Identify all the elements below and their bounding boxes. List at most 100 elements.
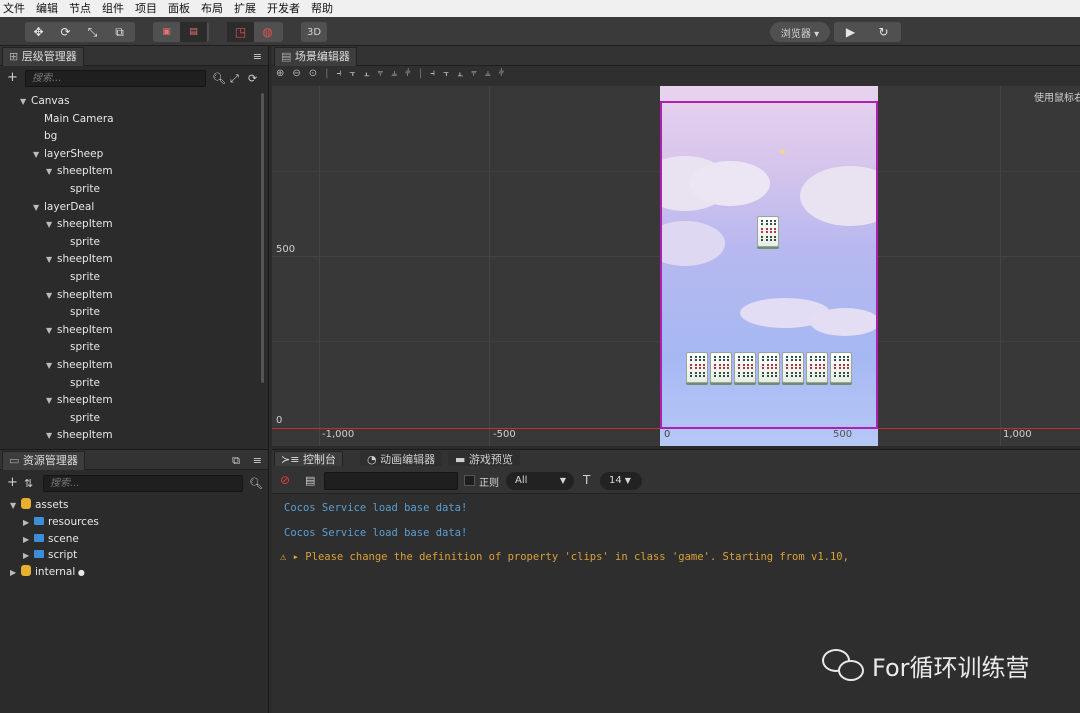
asset-item[interactable]: ▶ internal ● xyxy=(0,564,264,581)
expand-arrow-icon[interactable]: ▼ xyxy=(46,287,57,305)
level-select[interactable]: All ▼ xyxy=(506,472,574,490)
expand-arrow-icon[interactable]: ▼ xyxy=(46,357,57,375)
hierarchy-node[interactable]: ▼ sheepItem xyxy=(0,392,264,410)
rect-view-icon[interactable]: ◳ xyxy=(227,22,254,42)
log-info[interactable]: Cocos Service load base data! xyxy=(284,502,467,514)
scene-viewport[interactable]: 500 0 -1,000 -500 1,000 使用鼠标右 0 500 xyxy=(272,86,1080,446)
expand-arrow-icon[interactable]: ▼ xyxy=(20,93,31,111)
zoom-in-icon[interactable]: ⊕ xyxy=(276,68,292,79)
collapse-arrow-icon[interactable]: ▶ xyxy=(23,515,34,532)
collapse-arrow-icon[interactable]: ▶ xyxy=(23,532,34,549)
asset-item[interactable]: ▼ assets xyxy=(0,497,264,514)
align-middle-icon[interactable]: ⫨ xyxy=(391,68,405,79)
tab-scene-editor[interactable]: ▤ 场景编辑器 xyxy=(274,47,357,66)
hierarchy-node[interactable]: ▼ sheepItem xyxy=(0,251,264,269)
sort-icon[interactable]: ⇅ xyxy=(24,477,33,490)
distribute-top-icon[interactable]: ⫧ xyxy=(471,68,485,79)
hierarchy-node[interactable]: ▼ sheepItem xyxy=(0,287,264,305)
hierarchy-node[interactable]: ▼ sheepItem xyxy=(0,357,264,375)
popout-icon[interactable]: ⧉ xyxy=(232,454,240,467)
distribute-right-icon[interactable]: ⫠ xyxy=(457,68,471,79)
distribute-middle-icon[interactable]: ⫨ xyxy=(485,68,499,79)
console-filter-input[interactable] xyxy=(324,472,458,490)
scale-tool-icon[interactable]: ⤡ xyxy=(79,22,106,42)
search-icon[interactable]: 🔍︎ xyxy=(249,477,263,490)
tab-hierarchy[interactable]: ⊞ 层级管理器 xyxy=(2,47,84,66)
menu-item[interactable]: 扩展 xyxy=(234,0,256,17)
collapse-arrow-icon[interactable]: ▶ xyxy=(23,548,34,565)
asset-item[interactable]: ▶ resources xyxy=(0,514,264,531)
hierarchy-node[interactable]: sprite xyxy=(0,410,264,428)
asset-item[interactable]: ▶ script xyxy=(0,547,264,564)
hierarchy-search-input[interactable]: 搜索... xyxy=(25,70,206,87)
expand-arrow-icon[interactable]: ▼ xyxy=(46,427,57,445)
browser-select[interactable]: 浏览器 ▾ xyxy=(770,22,830,42)
clear-icon[interactable]: ⊘ xyxy=(280,474,290,487)
hierarchy-node[interactable]: ▼ layerSheep xyxy=(0,146,264,164)
hierarchy-node[interactable]: sprite xyxy=(0,269,264,287)
mode-3d-button[interactable]: 3D xyxy=(301,22,327,42)
log-info[interactable]: Cocos Service load base data! xyxy=(284,527,467,539)
menu-item[interactable]: 布局 xyxy=(201,0,223,17)
align-top-icon[interactable]: ⫧ xyxy=(378,68,392,79)
tab-assets[interactable]: ▭ 资源管理器 xyxy=(2,451,85,470)
add-asset-icon[interactable]: + xyxy=(7,476,18,489)
globe-icon[interactable]: ◍ xyxy=(254,22,281,42)
hierarchy-node[interactable]: bg xyxy=(0,128,264,146)
expand-arrow-icon[interactable]: ▼ xyxy=(46,322,57,340)
move-tool-icon[interactable]: ✥ xyxy=(25,22,52,42)
align-right-icon[interactable]: ⫠ xyxy=(364,68,378,79)
hierarchy-node[interactable]: sprite xyxy=(0,375,264,393)
menu-item[interactable]: 编辑 xyxy=(36,0,58,17)
hierarchy-node[interactable]: ▼ sheepItem xyxy=(0,322,264,340)
zoom-out-icon[interactable]: ⊖ xyxy=(292,68,308,79)
align-left-icon[interactable]: ⫞ xyxy=(337,68,350,79)
hierarchy-node[interactable]: sprite xyxy=(0,181,264,199)
menu-item[interactable]: 项目 xyxy=(135,0,157,17)
font-size-select[interactable]: 14 ▼ xyxy=(600,472,642,490)
hierarchy-node[interactable]: sprite xyxy=(0,234,264,252)
collapse-arrow-icon[interactable]: ▶ xyxy=(10,565,21,582)
local-icon[interactable]: ▤ xyxy=(180,22,207,42)
expand-arrow-icon[interactable]: ▼ xyxy=(46,163,57,181)
hierarchy-node[interactable]: sprite xyxy=(0,304,264,322)
menu-item[interactable]: 文件 xyxy=(3,0,25,17)
menu-item[interactable]: 组件 xyxy=(102,0,124,17)
hierarchy-node[interactable]: ▼ layerDeal xyxy=(0,199,264,217)
hierarchy-node[interactable]: ▼ Canvas xyxy=(0,93,264,111)
expand-arrow-icon[interactable]: ▼ xyxy=(46,251,57,269)
add-node-icon[interactable]: + xyxy=(7,71,18,84)
panel-menu-icon[interactable]: ≡ xyxy=(253,50,262,63)
hierarchy-node[interactable]: ▼ sheepItem xyxy=(0,427,264,445)
hierarchy-node[interactable]: ▼ sheepItem xyxy=(0,216,264,234)
menu-item[interactable]: 面板 xyxy=(168,0,190,17)
hierarchy-node[interactable]: ▼ sheepItem xyxy=(0,163,264,181)
expand-arrow-icon[interactable]: ▼ xyxy=(46,216,57,234)
pivot-icon[interactable]: ▣ xyxy=(153,22,180,42)
asset-item[interactable]: ▶ scene xyxy=(0,531,264,548)
zoom-reset-icon[interactable]: ⊙ xyxy=(309,68,325,79)
regex-checkbox[interactable] xyxy=(464,475,475,486)
distribute-left-icon[interactable]: ⫞ xyxy=(430,68,443,79)
expand-arrow-icon[interactable]: ▼ xyxy=(46,392,57,410)
menu-item[interactable]: 开发者 xyxy=(267,0,300,17)
menu-item[interactable]: 节点 xyxy=(69,0,91,17)
hierarchy-node[interactable]: Main Camera xyxy=(0,111,264,129)
panel-menu-icon[interactable]: ≡ xyxy=(253,454,262,467)
expand-arrow-icon[interactable]: ▼ xyxy=(33,199,44,217)
log-warning[interactable]: ⚠ ▸ Please change the definition of prop… xyxy=(280,551,849,563)
refresh-icon[interactable]: ↻ xyxy=(867,22,900,42)
align-center-icon[interactable]: ⫟ xyxy=(350,68,364,79)
hierarchy-scrollbar[interactable] xyxy=(261,93,264,383)
assets-search-input[interactable]: 搜索... xyxy=(43,475,243,492)
align-bottom-icon[interactable]: ⫩ xyxy=(405,68,419,79)
expand-icon[interactable]: ⤢ xyxy=(230,72,239,85)
refresh-icon[interactable]: ⟳ xyxy=(248,72,257,85)
distribute-bottom-icon[interactable]: ⫩ xyxy=(498,68,512,79)
distribute-center-icon[interactable]: ⫟ xyxy=(443,68,457,79)
rect-tool-icon[interactable]: ⧉ xyxy=(106,22,133,42)
menu-item[interactable]: 帮助 xyxy=(311,0,333,17)
expand-arrow-icon[interactable]: ▼ xyxy=(33,146,44,164)
expand-arrow-icon[interactable]: ▼ xyxy=(10,498,21,515)
search-icon[interactable]: 🔍︎ xyxy=(212,72,226,85)
